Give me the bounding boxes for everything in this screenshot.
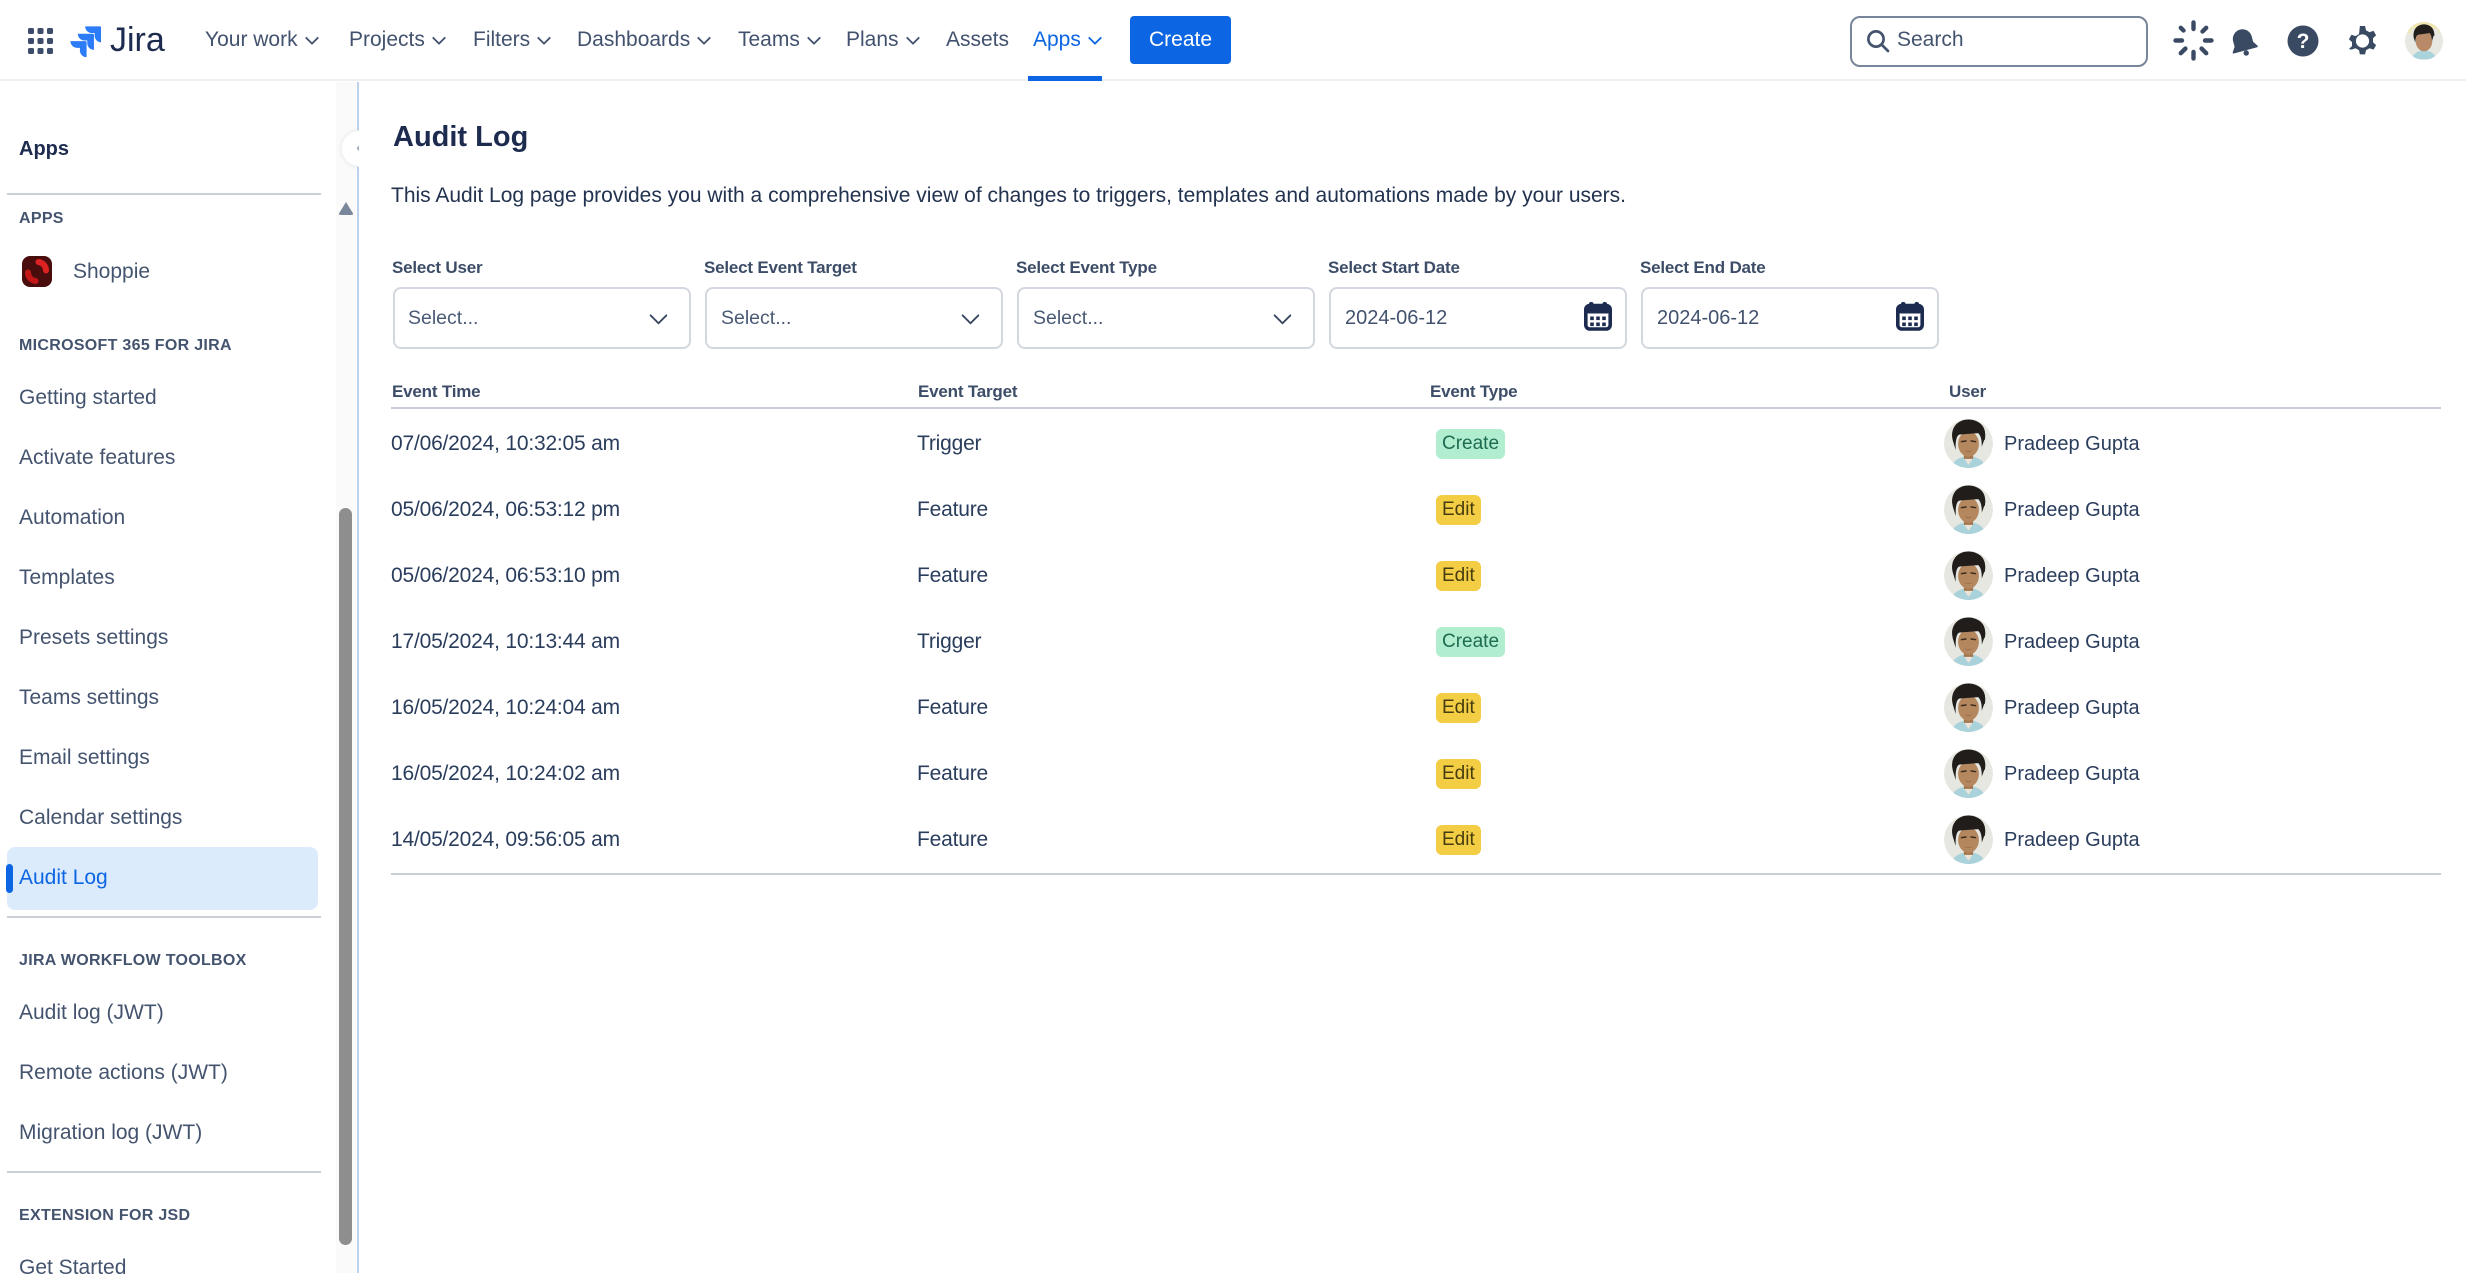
svg-text:?: ?	[2297, 30, 2310, 53]
